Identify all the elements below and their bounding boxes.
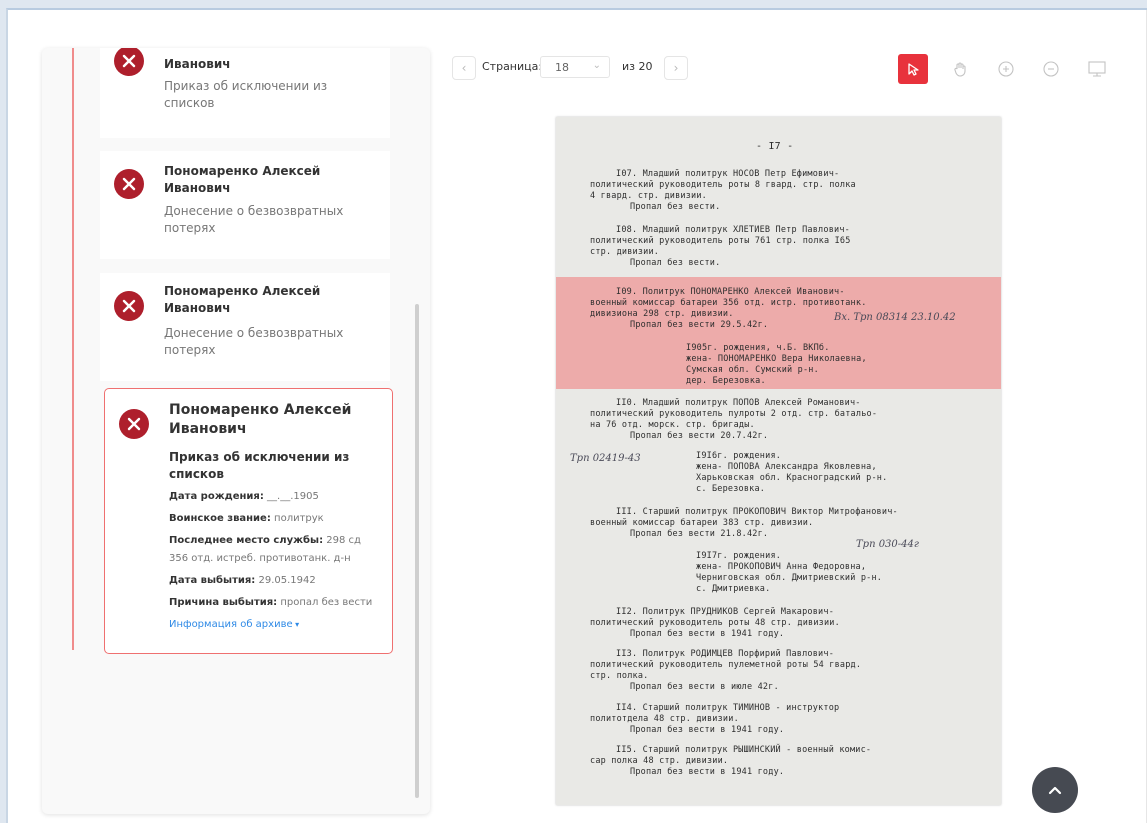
error-x-icon (114, 48, 144, 76)
page-select[interactable]: 18 ⌄ (540, 56, 610, 78)
doc-line: политотдела 48 стр. дивизии. (590, 714, 739, 724)
doc-line: I9I6г. рождения. (696, 451, 782, 461)
doc-line: политический руководитель пулеметной рот… (590, 660, 862, 670)
zoom-in-icon (998, 61, 1014, 77)
app-window: Иванович Приказ об исключении из списков… (6, 8, 1147, 823)
doc-line: I905г. рождения, ч.Б. ВКПб. (686, 343, 830, 353)
doc-line: Пропал без вести в 1941 году. (630, 767, 785, 777)
doc-line: II4. Старший политрук ТИМИНОВ - инструкт… (616, 703, 840, 713)
zoom-in-button[interactable] (991, 54, 1021, 84)
doc-line: II3. Политрук РОДИМЦЕВ Порфирий Павлович… (616, 649, 835, 659)
archive-info-link[interactable]: Информация об архиве ▾ (169, 619, 299, 630)
doc-line: I07. Младший политрук НОСОВ Петр Ефимови… (616, 169, 840, 179)
doc-line: II5. Старший политрук РЫШИНСКИЙ - военны… (616, 745, 872, 755)
doc-line: стр. дивизии. (590, 247, 660, 257)
page-total: из 20 (622, 60, 653, 73)
doc-line: сар полка 48 стр. дивизии. (590, 756, 729, 766)
viewer-toolbar: ‹ Страница: 18 ⌄ из 20 › (446, 52, 1126, 86)
doc-line: жена- ПОПОВА Александра Яковлевна, (696, 462, 877, 472)
record-document: Приказ об исключении из списков (169, 450, 350, 481)
error-x-icon (119, 409, 149, 439)
records-panel: Иванович Приказ об исключении из списков… (42, 48, 430, 814)
record-name: Пономаренко Алексей Иванович (164, 164, 321, 195)
error-x-icon (114, 169, 144, 199)
zoom-out-icon (1043, 61, 1059, 77)
doc-line: дивизиона 298 стр. дивизии. (590, 309, 734, 319)
error-x-icon (114, 291, 144, 321)
doc-line: военный комиссар батареи 356 отд. истр. … (590, 298, 867, 308)
departure-date-field: Дата выбытия: 29.05.1942 (169, 575, 316, 586)
doc-line: II2. Политрук ПРУДНИКОВ Сергей Макарович… (616, 607, 835, 617)
doc-line: политический руководитель роты 48 стр. д… (590, 618, 840, 628)
birth-date-field: Дата рождения: __.__.1905 (169, 491, 319, 502)
rank-field: Воинское звание: политрук (169, 513, 324, 524)
doc-line: с. Дмитриевка. (696, 584, 771, 594)
record-name: Пономаренко Алексей Иванович (164, 284, 321, 315)
chevron-right-icon: › (673, 61, 679, 75)
doc-line: Пропал без вести в 1941 году. (630, 725, 785, 735)
doc-line: II0. Младший политрук ПОПОВ Алексей Рома… (616, 398, 861, 408)
zoom-out-button[interactable] (1036, 54, 1066, 84)
chevron-up-icon (1048, 786, 1062, 795)
doc-line: 4 гвард. стр. дивизии. (590, 191, 707, 201)
document-page-image[interactable]: - I7 - I07. Младший политрук НОСОВ Петр … (556, 117, 1001, 805)
page-label: Страница: (482, 60, 543, 73)
doc-line: политический руководитель роты 761 стр. … (590, 236, 851, 246)
doc-line: Пропал без вести в 1941 году. (630, 629, 785, 639)
doc-line: Пропал без вести. (630, 258, 721, 268)
doc-line: стр. полка. (590, 671, 649, 681)
doc-line: Пропал без вести. (630, 202, 721, 212)
hand-tool-button[interactable] (946, 54, 976, 84)
doc-line: I9I7г. рождения. (696, 551, 782, 561)
timeline-line (72, 48, 74, 650)
record-card[interactable]: Пономаренко Алексей Иванович Донесение о… (100, 151, 390, 259)
prev-page-button[interactable]: ‹ (452, 56, 476, 80)
scrollbar[interactable] (415, 304, 419, 798)
service-field-cont: 356 отд. истреб. противотанк. д-н (169, 553, 351, 564)
doc-header: - I7 - (756, 141, 794, 152)
doc-line: I09. Политрук ПОНОМАРЕНКО Алексей Иванов… (616, 287, 845, 297)
chevron-left-icon: ‹ (461, 61, 467, 75)
cursor-icon (908, 63, 919, 76)
chevron-down-icon: ⌄ (592, 60, 601, 71)
doc-line: Пропал без вести 29.5.42г. (630, 320, 769, 330)
handwritten-note: Трп 030-44г (856, 539, 919, 550)
record-card[interactable]: Иванович Приказ об исключении из списков (100, 48, 390, 138)
departure-reason-field: Причина выбытия: пропал без вести (169, 597, 373, 608)
doc-line: I08. Младший политрук ХЛЕТИЕВ Петр Павло… (616, 225, 850, 235)
next-page-button[interactable]: › (664, 56, 688, 80)
scroll-to-top-button[interactable] (1032, 767, 1078, 813)
record-document: Донесение о безвозвратных потерях (164, 204, 344, 235)
record-name: Иванович (164, 57, 231, 71)
doc-line: дер. Березовка. (686, 376, 766, 386)
record-card-selected[interactable]: Пономаренко Алексей Иванович Приказ об и… (104, 388, 393, 654)
doc-line: Пропал без вести 21.8.42г. (630, 529, 769, 539)
service-field: Последнее место службы: 298 сд (169, 535, 361, 546)
handwritten-note: Вх. Трп 08314 23.10.42 (834, 312, 956, 323)
doc-line: с. Березовка. (696, 484, 766, 494)
handwritten-note: Трп 02419-43 (570, 453, 641, 464)
chevron-down-icon: ▾ (292, 620, 300, 629)
doc-line: на 76 отд. морск. стр. бригады. (590, 420, 755, 430)
hand-icon (954, 62, 966, 77)
doc-line: Харьковская обл. Красноградский р-н. (696, 473, 888, 483)
doc-line: военный комиссар батареи 383 стр. дивизи… (590, 518, 814, 528)
doc-line: Пропал без вести 20.7.42г. (630, 431, 769, 441)
record-card[interactable]: Пономаренко Алексей Иванович Донесение о… (100, 273, 390, 381)
record-name: Пономаренко Алексей Иванович (169, 402, 352, 437)
fullscreen-button[interactable] (1082, 54, 1112, 84)
doc-line: жена- ПРОКОПОВИЧ Анна Федоровна, (696, 562, 867, 572)
doc-line: III. Старший политрук ПРОКОПОВИЧ Виктор … (616, 507, 898, 517)
doc-line: политический руководитель роты 8 гвард. … (590, 180, 856, 190)
doc-line: политический руководитель пулроты 2 отд.… (590, 409, 878, 419)
cursor-tool-button[interactable] (898, 54, 928, 84)
doc-line: жена- ПОНОМАРЕНКО Вера Николаевна, (686, 354, 867, 364)
monitor-icon (1088, 61, 1106, 77)
doc-line: Пропал без вести в июле 42г. (630, 682, 779, 692)
doc-line: Сумская обл. Сумский р-н. (686, 365, 819, 375)
record-document: Донесение о безвозвратных потерях (164, 326, 344, 357)
record-document: Приказ об исключении из списков (164, 79, 328, 110)
doc-line: Черниговская обл. Дмитриевский р-н. (696, 573, 883, 583)
